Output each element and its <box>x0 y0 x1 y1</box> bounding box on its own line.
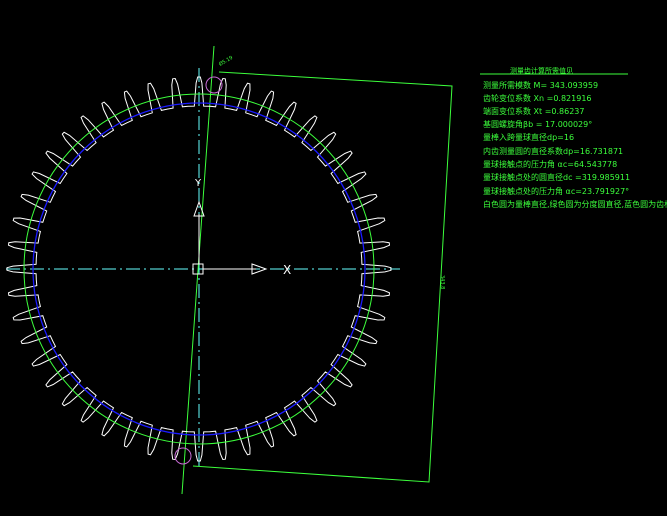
note-line: 量球接触点的压力角 αc=64.543778 <box>483 159 617 169</box>
measurement-ball-bottom <box>174 447 192 465</box>
measurement-ball-top <box>205 76 223 94</box>
ucs-x-label: X <box>283 263 291 277</box>
gear-drawing: X Y Ø5.19 343.8 测量齿计算所需值见 测量所需模数 M= 343.… <box>6 45 667 495</box>
note-line: 端面变位系数 Xt =0.86237 <box>483 106 585 116</box>
dimension-top-label: Ø5.19 <box>218 54 235 68</box>
cad-viewport[interactable]: X Y Ø5.19 343.8 测量齿计算所需值见 测量所需模数 M= 343.… <box>0 0 667 516</box>
measurement-line <box>181 45 215 495</box>
note-line: 量球接触点处的圆直径dc =319.985911 <box>483 172 630 182</box>
note-line: 齿轮变位系数 Xn =0.821916 <box>483 93 592 103</box>
dimension-side-label: 343.8 <box>439 275 445 289</box>
note-line: 白色圆为量棒直径,绿色圆为分度圆直径,蓝色圆为齿根圆直径 <box>483 199 667 209</box>
measurement-dimension-frame <box>192 71 453 483</box>
note-line: 量球接触点处的压力角 αc=23.791927° <box>483 186 629 196</box>
notes-title: 测量齿计算所需值见 <box>510 66 573 75</box>
note-line: 测量所需模数 M= 343.093959 <box>483 80 598 90</box>
note-line: 基圆螺旋角βb = 17.000029° <box>483 119 592 129</box>
notes-block: 测量齿计算所需值见 测量所需模数 M= 343.093959 齿轮变位系数 Xn… <box>483 66 667 209</box>
ucs-y-label: Y <box>194 178 202 189</box>
note-line: 量棒入跨量球直径dp=16 <box>483 132 574 142</box>
note-line: 内齿测量圆的直径系数dp=16.731871 <box>483 146 623 156</box>
